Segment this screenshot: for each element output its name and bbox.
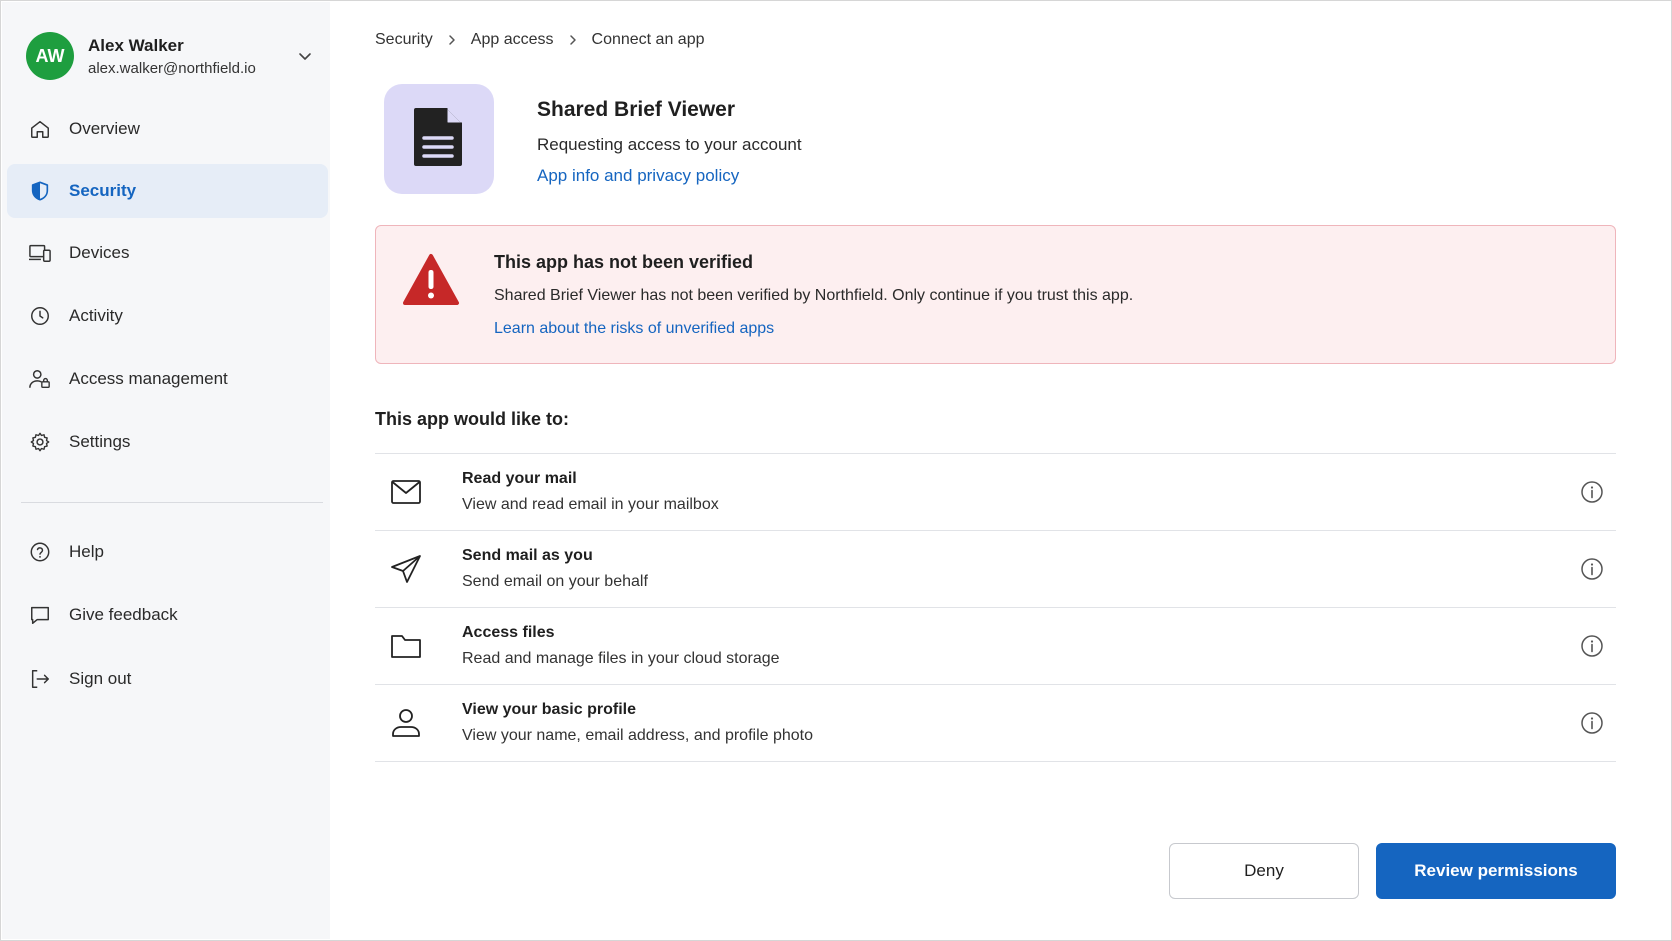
account-email: alex.walker@northfield.io <box>88 59 256 77</box>
unverified-risks-link[interactable]: Learn about the risks of unverified apps <box>494 320 774 338</box>
review-permissions-button[interactable]: Review permissions <box>1376 843 1616 899</box>
permissions-heading: This app would like to: <box>375 409 570 429</box>
app-info-link[interactable]: App info and privacy policy <box>537 166 739 186</box>
gear-icon <box>27 429 53 455</box>
permission-desc: Read and manage files in your cloud stor… <box>462 650 780 667</box>
account-switcher[interactable]: AW Alex Walker alex.walker@northfield.io <box>26 30 316 82</box>
permission-title: Read your mail <box>462 470 577 487</box>
permission-title: Access files <box>462 624 555 641</box>
permission-view-profile: View your basic profile View your name, … <box>375 685 1616 762</box>
home-icon <box>27 116 53 142</box>
sidebar: AW Alex Walker alex.walker@northfield.io… <box>2 2 330 939</box>
permission-title: Send mail as you <box>462 547 593 564</box>
sidebar-item-label: Help <box>69 542 104 561</box>
permission-title: View your basic profile <box>462 701 636 718</box>
sidebar-item-give-feedback[interactable]: Give feedback <box>7 588 328 642</box>
sidebar-item-label: Sign out <box>69 669 132 688</box>
clock-icon <box>27 303 53 329</box>
alert-title: This app has not been verified <box>494 252 754 272</box>
alert-body: Shared Brief Viewer has not been verifie… <box>494 287 1134 304</box>
app-tile <box>384 84 494 194</box>
sidebar-item-overview[interactable]: Overview <box>7 102 328 156</box>
help-circle-icon <box>27 539 53 565</box>
unverified-alert: This app has not been verified Shared Br… <box>375 225 1616 364</box>
info-icon[interactable] <box>1580 480 1604 504</box>
sidebar-item-help[interactable]: Help <box>7 525 328 579</box>
deny-button[interactable]: Deny <box>1169 843 1359 899</box>
sidebar-item-label: Overview <box>69 119 140 138</box>
sidebar-item-label: Settings <box>69 432 131 451</box>
document-icon <box>412 104 466 175</box>
permission-desc: View your name, email address, and profi… <box>462 727 814 744</box>
chevron-right-icon <box>447 34 457 46</box>
devices-icon <box>27 240 53 266</box>
send-icon <box>389 552 423 586</box>
sidebar-item-activity[interactable]: Activity <box>7 289 328 343</box>
account-name: Alex Walker <box>88 35 184 55</box>
sidebar-item-label: Activity <box>69 306 123 325</box>
breadcrumb-connect-an-app: Connect an app <box>591 31 705 48</box>
sidebar-item-label: Access management <box>69 369 228 388</box>
sign-out-icon <box>27 666 53 692</box>
permission-desc: View and read email in your mailbox <box>462 496 719 513</box>
app-name: Shared Brief Viewer <box>537 98 736 121</box>
shield-icon <box>27 178 53 204</box>
permission-read-mail: Read your mail View and read email in yo… <box>375 454 1616 531</box>
warning-triangle-icon <box>402 253 460 307</box>
sidebar-item-devices[interactable]: Devices <box>7 226 328 280</box>
sidebar-item-label: Give feedback <box>69 605 178 624</box>
sidebar-divider <box>21 502 323 503</box>
permission-desc: Send email on your behalf <box>462 573 648 590</box>
permission-access-files: Access files Read and manage files in yo… <box>375 608 1616 685</box>
sidebar-item-label: Devices <box>69 243 130 262</box>
permissions-list: Read your mail View and read email in yo… <box>375 453 1616 762</box>
app-subtitle: Requesting access to your account <box>537 135 802 154</box>
breadcrumb-app-access[interactable]: App access <box>471 31 554 49</box>
sidebar-item-access-management[interactable]: Access management <box>7 352 328 406</box>
info-icon[interactable] <box>1580 711 1604 735</box>
sidebar-item-label: Security <box>69 181 137 200</box>
avatar: AW <box>26 32 74 80</box>
envelope-icon <box>389 475 423 509</box>
info-icon[interactable] <box>1580 557 1604 581</box>
sidebar-item-security[interactable]: Security <box>7 164 328 218</box>
user-lock-icon <box>27 366 53 392</box>
breadcrumb-security[interactable]: Security <box>375 31 433 49</box>
chat-bubble-icon <box>27 602 53 628</box>
folder-icon <box>389 629 423 663</box>
person-icon <box>389 706 423 740</box>
breadcrumb: Security App access Connect an app <box>375 31 705 49</box>
info-icon[interactable] <box>1580 634 1604 658</box>
chevron-down-icon[interactable] <box>294 45 316 67</box>
app-window: AW Alex Walker alex.walker@northfield.io… <box>0 0 1672 941</box>
permission-send-mail: Send mail as you Send email on your beha… <box>375 531 1616 608</box>
sidebar-item-sign-out[interactable]: Sign out <box>7 652 328 706</box>
chevron-right-icon <box>568 34 578 46</box>
sidebar-item-settings[interactable]: Settings <box>7 415 328 469</box>
main-content: Security App access Connect an app Share… <box>331 2 1671 939</box>
